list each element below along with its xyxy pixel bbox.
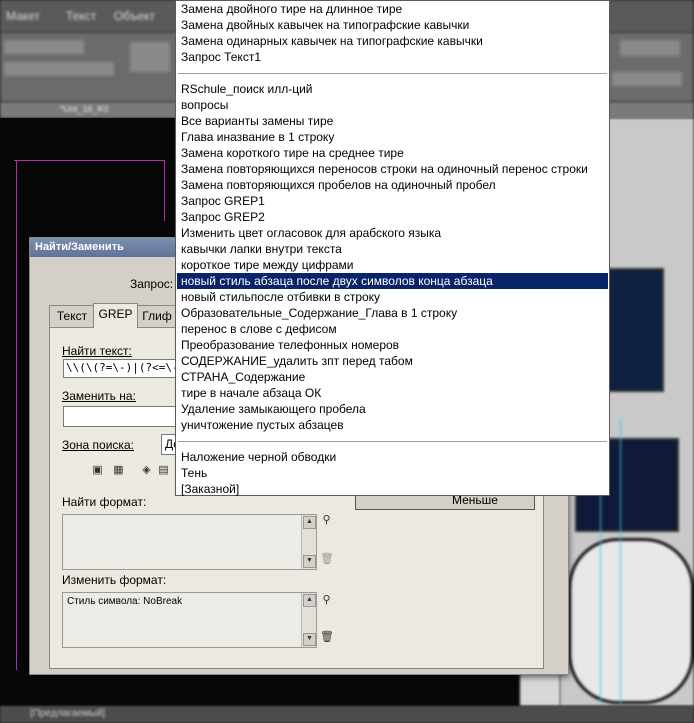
query-dropdown-menu: Замена двойного тире на длинное тире Зам… <box>175 0 610 496</box>
menu-item[interactable]: Наложение черной обводки <box>180 449 336 465</box>
specify-change-format-icon[interactable]: ⚲ <box>320 594 333 607</box>
change-format-box[interactable]: Стиль символа: NoBreak ▲ ▼ <box>62 592 317 648</box>
menu-item[interactable]: Тень <box>180 465 207 481</box>
menu-item[interactable]: Преобразование телефонных номеров <box>180 337 399 353</box>
change-format-value: Стиль символа: NoBreak <box>67 596 183 607</box>
scroll-down-icon[interactable]: ▼ <box>303 633 316 646</box>
menu-item[interactable]: новый стильпосле отбивки в строку <box>180 289 380 305</box>
status-bar: [Предлагаемый] <box>0 706 694 723</box>
locked-layers-icon[interactable]: ▣ <box>91 464 104 477</box>
locked-stories-icon[interactable]: ▦ <box>112 464 125 477</box>
menu-item-selected[interactable]: новый стиль абзаца после двух символов к… <box>177 273 608 289</box>
status-text: [Предлагаемый] <box>30 708 106 719</box>
find-format-label: Найти формат: <box>62 495 147 509</box>
page-edge <box>16 160 17 670</box>
scroll-down-icon[interactable]: ▼ <box>303 555 316 568</box>
menu-layout[interactable]: Макет <box>6 9 40 23</box>
menu-separator <box>178 73 607 74</box>
menu-item[interactable]: Образовательные_Содержание_Глава в 1 стр… <box>180 305 457 321</box>
menu-item[interactable]: RSchule_поиск илл-ций <box>180 81 312 97</box>
menu-item[interactable]: Замена короткого тире на среднее тире <box>180 145 404 161</box>
menu-item[interactable]: Глава иназвание в 1 строку <box>180 129 334 145</box>
query-label: Запрос: <box>130 277 174 291</box>
document-tab[interactable]: *Unt_16_K0 <box>60 104 109 114</box>
menu-item[interactable]: Запрос GREP1 <box>180 193 265 209</box>
menu-item[interactable]: Запрос GREP2 <box>180 209 265 225</box>
menu-item[interactable]: СОДЕРЖАНИЕ_удалить зпт перед табом <box>180 353 413 369</box>
tab-grep[interactable]: GREP <box>93 303 138 328</box>
menu-separator <box>178 441 607 442</box>
tab-text[interactable]: Текст <box>49 305 95 327</box>
scroll-up-icon[interactable]: ▲ <box>303 516 316 529</box>
menu-item[interactable]: тире в начале абзаца ОК <box>180 385 321 401</box>
change-format-label: Изменить формат: <box>62 573 167 587</box>
menu-item[interactable]: Изменить цвет огласовок для арабского яз… <box>180 225 441 241</box>
menu-item[interactable]: СТРАНА_Содержание <box>180 369 305 385</box>
find-text-label: Найти текст: <box>62 344 132 358</box>
dialog-title: Найти/Заменить <box>35 241 124 253</box>
menu-item[interactable]: короткое тире между цифрами <box>180 257 354 273</box>
find-text-input[interactable]: \\(\(?=\-)|(?<=\-)\\ <box>63 359 180 378</box>
hidden-layers-icon[interactable]: ◈ <box>140 464 153 477</box>
menu-item[interactable]: кавычки лапки внутри текста <box>180 241 342 257</box>
find-format-scrollbar[interactable]: ▲ ▼ <box>301 515 316 569</box>
menu-item[interactable]: Замена одинарных кавычек на типографские… <box>180 33 483 49</box>
replace-input[interactable] <box>63 406 180 427</box>
clear-change-format-icon[interactable]: 🗑 <box>320 631 334 644</box>
clear-find-format-icon[interactable]: 🗑 <box>320 553 334 566</box>
menu-item[interactable]: Замена двойных кавычек на типографские к… <box>180 17 469 33</box>
page-frame <box>14 160 165 221</box>
menu-item[interactable]: Замена повторяющихся пробелов на одиночн… <box>180 177 496 193</box>
menu-item[interactable]: Замена повторяющихся переносов строки на… <box>180 161 588 177</box>
menu-object[interactable]: Объект <box>114 9 155 23</box>
menu-item[interactable]: Замена двойного тире на длинное тире <box>180 1 402 17</box>
menu-item[interactable]: Все варианты замены тире <box>180 113 333 129</box>
tab-glyph[interactable]: Глиф <box>136 305 178 327</box>
search-zone-label: Зона поиска: <box>62 438 134 452</box>
find-format-box[interactable]: ▲ ▼ <box>62 514 317 570</box>
menu-item[interactable]: Удаление замыкающего пробела <box>180 401 366 417</box>
specify-find-format-icon[interactable]: ⚲ <box>320 514 333 527</box>
menu-text[interactable]: Текст <box>66 9 96 23</box>
scroll-up-icon[interactable]: ▲ <box>303 594 316 607</box>
master-pages-icon[interactable]: ▤ <box>157 464 170 477</box>
menu-item[interactable]: вопросы <box>180 97 228 113</box>
find-text-value: \\(\(?=\-)|(?<=\-)\\ <box>66 361 179 374</box>
change-format-scrollbar[interactable]: ▲ ▼ <box>301 593 316 647</box>
replace-label: Заменить на: <box>62 389 136 403</box>
menu-item[interactable]: уничтожение пустых абзацев <box>180 417 344 433</box>
menu-item[interactable]: [Заказной] <box>180 481 239 497</box>
menu-item[interactable]: перенос в слове с дефисом <box>180 321 337 337</box>
menu-item[interactable]: Запрос Текст1 <box>180 49 261 65</box>
